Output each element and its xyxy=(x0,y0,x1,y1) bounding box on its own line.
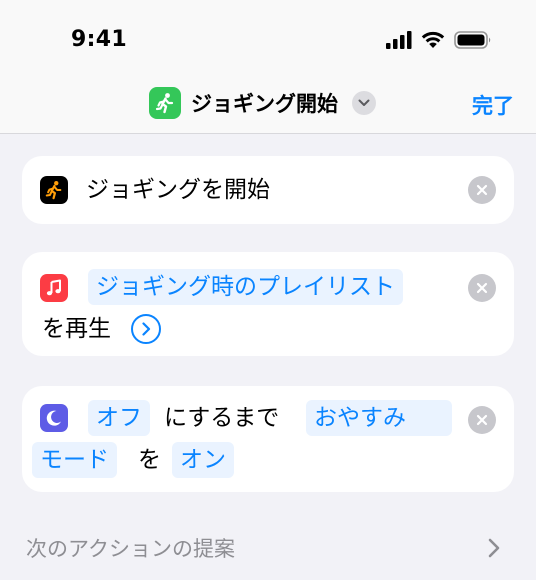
next-action-suggestions-row[interactable]: 次のアクションの提案 xyxy=(26,534,506,568)
runner-icon xyxy=(40,176,68,204)
status-icons xyxy=(386,30,492,53)
action-label: ジョギングを開始 xyxy=(86,177,270,203)
duration-token[interactable]: オン xyxy=(172,442,234,478)
action-label: にするまで xyxy=(164,405,280,431)
chevron-down-icon xyxy=(352,91,376,115)
runner-icon xyxy=(149,87,181,119)
done-button[interactable]: 完了 xyxy=(472,90,514,120)
focus-mode-token[interactable]: おやすみ xyxy=(306,400,452,436)
remove-action-button[interactable] xyxy=(468,274,496,302)
remove-action-button[interactable] xyxy=(468,406,496,434)
music-note-icon xyxy=(40,274,68,302)
remove-action-button[interactable] xyxy=(468,176,496,204)
shortcut-title-menu[interactable]: ジョギング開始 xyxy=(149,87,376,119)
moon-icon xyxy=(40,404,68,432)
focus-mode-token-continued[interactable]: モード xyxy=(32,442,117,478)
expand-options-button[interactable] xyxy=(131,314,161,344)
chevron-right-icon xyxy=(488,538,500,562)
action-card-start-jogging[interactable]: ジョギングを開始 xyxy=(22,156,514,224)
shortcut-title: ジョギング開始 xyxy=(191,92,338,116)
action-card-play-playlist[interactable]: ジョギング時のプレイリスト を再生 xyxy=(22,252,514,356)
playlist-token[interactable]: ジョギング時のプレイリスト xyxy=(88,269,403,305)
suggestions-label: 次のアクションの提案 xyxy=(26,537,235,561)
chevron-right-icon xyxy=(142,322,151,336)
nav-bar: ジョギング開始 完了 xyxy=(0,70,536,134)
action-card-sleep-focus[interactable]: オフ にするまで おやすみ モード を オン xyxy=(22,386,514,492)
close-icon xyxy=(476,184,488,196)
action-label: を xyxy=(138,447,161,473)
wifi-icon xyxy=(420,30,446,53)
cellular-signal-icon xyxy=(386,30,412,53)
toggle-state-token[interactable]: オフ xyxy=(88,400,150,436)
status-time: 9:41 xyxy=(71,27,127,52)
battery-icon xyxy=(454,30,492,53)
status-bar: 9:41 xyxy=(0,0,536,70)
action-label: を再生 xyxy=(42,316,111,342)
close-icon xyxy=(476,414,488,426)
close-icon xyxy=(476,282,488,294)
